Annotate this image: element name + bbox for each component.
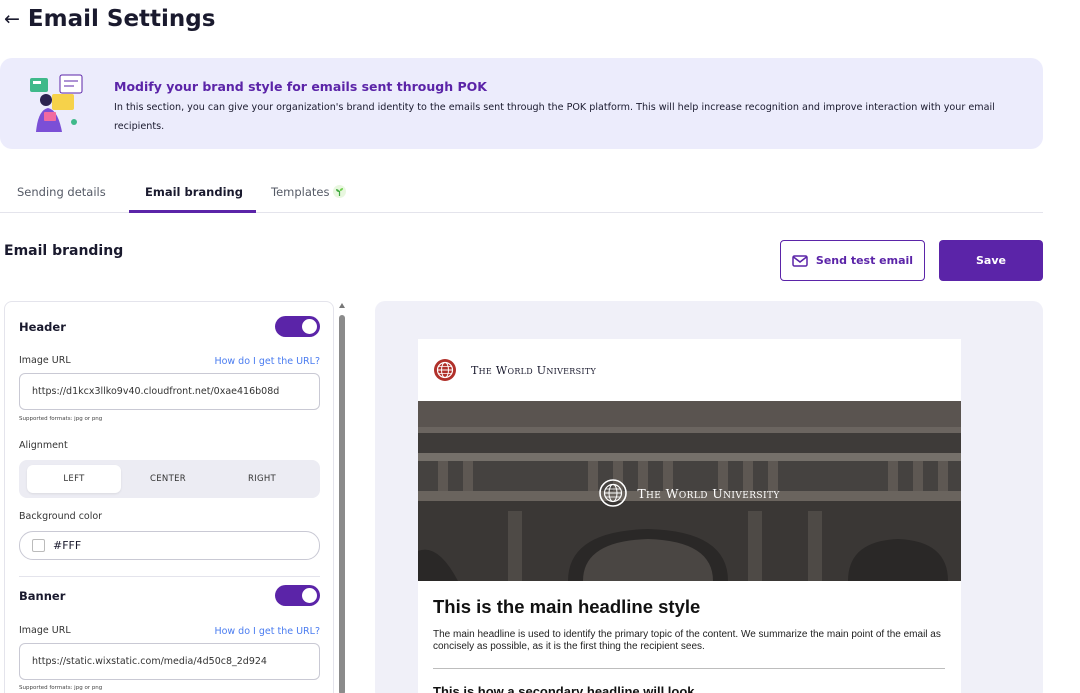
settings-tabs: Sending details Email branding Templates <box>0 172 1043 213</box>
page-header: ← Email Settings <box>4 4 215 34</box>
header-url-help-link[interactable]: How do I get the URL? <box>214 356 320 367</box>
email-paragraph: The main headline is used to identify th… <box>433 629 941 652</box>
sprout-icon <box>333 185 347 198</box>
banner-image-url-input[interactable]: https://static.wixstatic.com/media/4d50c… <box>19 643 320 680</box>
mail-icon <box>792 254 808 267</box>
email-header-university-name: The World University <box>471 363 597 377</box>
arrow-left-icon[interactable]: ← <box>4 9 20 29</box>
settings-scrollbar[interactable] <box>338 301 346 693</box>
section-title: Email branding <box>4 243 124 259</box>
banner-description: In this section, you can give your organ… <box>114 102 995 132</box>
active-tab-indicator <box>129 210 256 213</box>
alignment-left-option[interactable]: LEFT <box>27 465 121 493</box>
header-image-url-label: Image URL <box>19 355 71 366</box>
alignment-center-option[interactable]: CENTER <box>121 465 215 493</box>
banner-format-hint: Supported formats: jpg or png <box>19 685 103 691</box>
email-secondary-headline: This is how a secondary headline will lo… <box>433 684 695 693</box>
banner-image-url-label: Image URL <box>19 625 71 636</box>
send-test-email-button[interactable]: Send test email <box>780 240 925 281</box>
send-test-email-label: Send test email <box>815 254 914 267</box>
banner-url-help-link[interactable]: How do I get the URL? <box>214 626 320 637</box>
alignment-right-option[interactable]: RIGHT <box>215 465 309 493</box>
email-main-headline: This is the main headline style <box>433 596 701 617</box>
email-banner-logo: The World University <box>418 479 961 507</box>
tab-templates-label: Templates <box>271 185 330 199</box>
banner-section-title: Banner <box>19 589 66 603</box>
scrollbar-thumb[interactable] <box>339 315 345 693</box>
header-image-url-input[interactable]: https://d1kcx3llko9v40.cloudfront.net/0x… <box>19 373 320 410</box>
branding-illustration-icon <box>30 74 83 132</box>
tab-email-branding[interactable]: Email branding <box>145 185 243 199</box>
save-button[interactable]: Save <box>939 240 1043 281</box>
page-title: Email Settings <box>27 6 216 32</box>
header-section-title: Header <box>19 320 66 334</box>
email-preview-card: The World University The World Universit… <box>418 339 961 693</box>
email-divider <box>433 668 945 669</box>
alignment-label: Alignment <box>19 440 68 451</box>
banner-toggle[interactable] <box>275 585 320 606</box>
alignment-selector: LEFT CENTER RIGHT <box>19 460 320 498</box>
header-format-hint: Supported formats: jpg or png <box>19 416 103 422</box>
tab-sending-details[interactable]: Sending details <box>17 185 106 199</box>
background-color-label: Background color <box>19 511 103 522</box>
background-color-input[interactable]: #FFF <box>19 531 320 560</box>
email-preview-banner: The World University <box>418 401 961 581</box>
section-divider <box>19 576 320 577</box>
tab-templates[interactable]: Templates <box>271 185 347 199</box>
university-crest-icon <box>434 359 456 381</box>
color-swatch <box>32 539 45 552</box>
university-globe-icon <box>599 479 628 507</box>
banner-title: Modify your brand style for emails sent … <box>114 79 487 94</box>
branding-settings-panel: Header Image URL How do I get the URL? h… <box>4 301 334 693</box>
email-preview-header: The World University <box>418 339 961 401</box>
info-banner: Modify your brand style for emails sent … <box>0 58 1043 149</box>
email-banner-university-name: The World University <box>637 485 780 501</box>
background-color-value: #FFF <box>53 539 82 552</box>
scroll-up-arrow-icon[interactable] <box>339 303 345 308</box>
email-preview-area: The World University The World Universit… <box>375 301 1043 693</box>
header-toggle[interactable] <box>275 316 320 337</box>
